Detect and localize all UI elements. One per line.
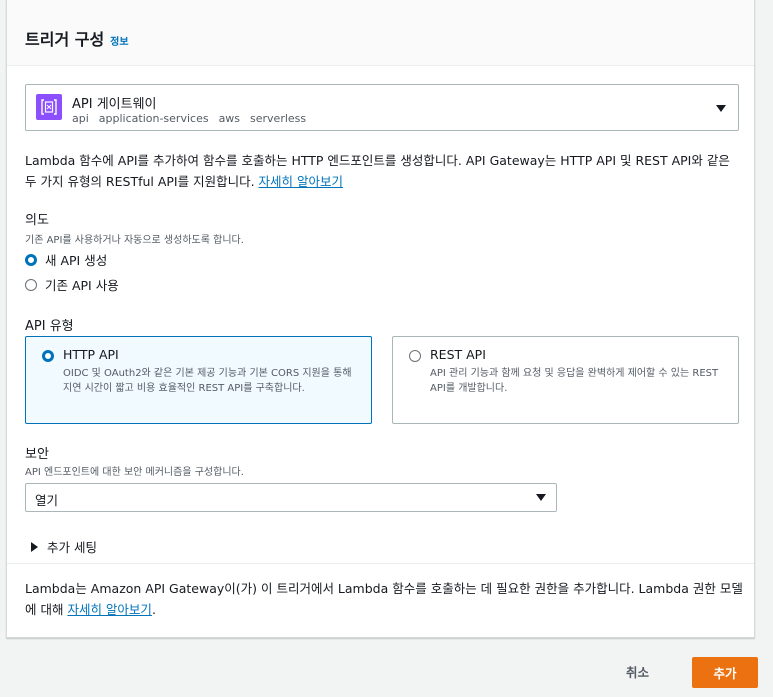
additional-settings-expander[interactable]: 추가 세팅 bbox=[31, 537, 97, 556]
cancel-button[interactable]: 취소 bbox=[626, 662, 649, 681]
tag: application-services bbox=[98, 112, 209, 125]
api-gateway-description: Lambda 함수에 API를 추가하여 함수를 호출하는 HTTP 엔드포인트… bbox=[25, 150, 745, 192]
info-link[interactable]: 정보 bbox=[110, 37, 128, 48]
divider bbox=[7, 563, 754, 564]
description-text: Lambda 함수에 API를 추가하여 함수를 호출하는 HTTP 엔드포인트… bbox=[25, 153, 730, 189]
radio-unselected-icon bbox=[409, 350, 421, 362]
security-sublabel: API 엔드포인트에 대한 보안 메커니즘을 구성합니다. bbox=[25, 467, 244, 478]
tag: api bbox=[72, 112, 89, 125]
trigger-config-panel: 트리거 구성 정보 API 게이트웨이 api application-servic… bbox=[6, 0, 755, 638]
permission-footnote: Lambda는 Amazon API Gateway이(가) 이 트리거에서 L… bbox=[25, 578, 745, 620]
tag: aws bbox=[218, 112, 241, 125]
radio-create-new-api[interactable]: 새 API 생성 bbox=[25, 250, 107, 269]
radio-selected-icon bbox=[42, 350, 54, 362]
api-type-label: API 유형 bbox=[25, 319, 74, 334]
footnote-suffix: . bbox=[151, 602, 156, 617]
intent-sublabel: 기존 API를 사용하거나 자동으로 생성하도록 합니다. bbox=[25, 235, 244, 246]
page-title: 트리거 구성 bbox=[25, 30, 105, 49]
radio-label: 새 API 생성 bbox=[45, 253, 108, 268]
security-select[interactable]: 열기 bbox=[25, 483, 557, 512]
tile-title: REST API bbox=[430, 347, 486, 362]
security-value: 열기 bbox=[35, 493, 59, 508]
radio-selected-icon bbox=[25, 253, 37, 266]
radio-unselected-icon bbox=[25, 278, 37, 291]
learn-more-link[interactable]: 자세히 알아보기 bbox=[259, 174, 343, 189]
caret-down-icon bbox=[536, 494, 546, 501]
tile-rest-api[interactable]: REST API API 관리 기능과 함께 요청 및 응답을 완벽하게 제어할… bbox=[392, 336, 739, 424]
trigger-source-select[interactable]: API 게이트웨이 api application-services aws serv… bbox=[25, 84, 739, 131]
api-gateway-icon bbox=[36, 94, 62, 120]
tile-description: OIDC 및 OAuth2와 같은 기본 제공 기능과 기본 CORS 지원을 … bbox=[63, 368, 352, 394]
tile-title: HTTP API bbox=[63, 347, 119, 362]
radio-label: 기존 API 사용 bbox=[45, 278, 119, 293]
expander-label: 추가 세팅 bbox=[47, 540, 97, 555]
tile-description: API 관리 기능과 함께 요청 및 응답을 완벽하게 제어할 수 있는 RES… bbox=[430, 368, 719, 394]
trigger-source-tags: api application-services aws serverless bbox=[72, 112, 316, 125]
caret-right-icon bbox=[31, 541, 38, 552]
tile-http-api[interactable]: HTTP API OIDC 및 OAuth2와 같은 기본 제공 기능과 기본 … bbox=[25, 336, 372, 424]
learn-more-link[interactable]: 자세히 알아보기 bbox=[67, 602, 151, 617]
security-label: 보안 bbox=[25, 447, 49, 462]
radio-use-existing-api[interactable]: 기존 API 사용 bbox=[25, 275, 119, 294]
add-button[interactable]: 추가 bbox=[692, 657, 758, 688]
tag: serverless bbox=[250, 112, 307, 125]
caret-down-icon bbox=[716, 105, 726, 112]
panel-header: 트리거 구성 정보 bbox=[7, 0, 754, 66]
intent-label: 의도 bbox=[25, 213, 49, 228]
trigger-source-title: API 게이트웨이 bbox=[72, 97, 157, 112]
